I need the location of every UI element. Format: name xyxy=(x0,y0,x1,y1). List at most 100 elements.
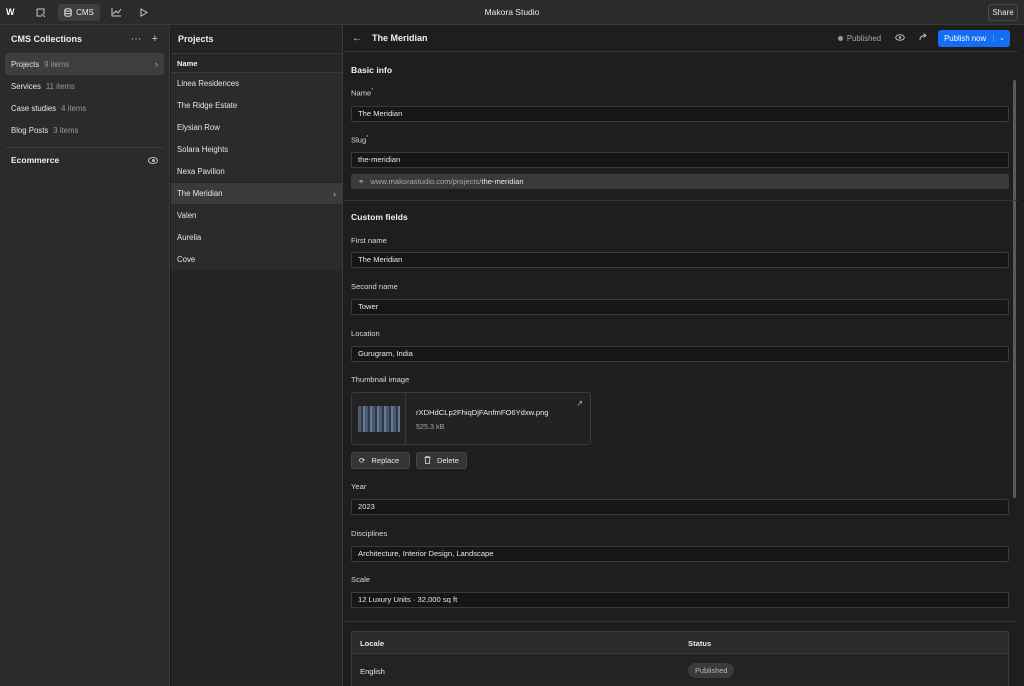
collections-panel: CMS Collections ··· + Projects 9 items ›… xyxy=(0,25,170,686)
list-item[interactable]: The Ridge Estate xyxy=(171,95,342,117)
project-name: The Ridge Estate xyxy=(177,101,238,110)
list-item[interactable]: Valen xyxy=(171,205,342,227)
required-asterisk: * xyxy=(371,88,374,94)
project-name: Nexa Pavilion xyxy=(177,167,225,176)
projects-heading: Projects xyxy=(178,34,214,44)
collection-item-projects[interactable]: Projects 9 items › xyxy=(5,53,164,75)
list-item[interactable]: Cove xyxy=(171,249,342,271)
url-preview: ⚭ www.makorastudio.com/projects/the-meri… xyxy=(351,174,1009,189)
custom-fields-heading: Custom fields xyxy=(351,212,408,222)
first-name-label: First name xyxy=(351,236,387,245)
open-external-icon[interactable]: ↗ xyxy=(576,399,583,408)
location-field[interactable]: Gurugram, India xyxy=(351,346,1009,362)
eye-icon[interactable] xyxy=(148,156,158,164)
collection-count: 3 items xyxy=(53,125,79,135)
collection-item-case-studies[interactable]: Case studies 4 items xyxy=(5,97,164,119)
list-item[interactable]: Linea Residences xyxy=(171,73,342,95)
required-asterisk: * xyxy=(366,135,369,141)
name-column-header[interactable]: Name xyxy=(171,53,342,73)
share-button[interactable]: Share xyxy=(988,4,1018,21)
item-editor-panel: ← The Meridian Published Publish now ⌄ B… xyxy=(344,25,1018,686)
more-options-icon[interactable]: ··· xyxy=(131,33,142,45)
scrollbar[interactable] xyxy=(1013,80,1016,498)
project-name: Linea Residences xyxy=(177,79,239,88)
eye-preview-icon[interactable] xyxy=(895,33,905,43)
delete-button[interactable]: Delete xyxy=(416,452,467,469)
status-badge: Published xyxy=(688,663,735,678)
table-header: Locale Status xyxy=(352,632,1008,654)
replace-button[interactable]: ⟳ Replace xyxy=(351,452,410,469)
list-item[interactable]: Solara Heights xyxy=(171,139,342,161)
site-title: Makora Studio xyxy=(484,7,540,17)
collection-count: 11 items xyxy=(45,81,75,91)
url-slug: the-meridian xyxy=(481,177,524,186)
chevron-right-icon: › xyxy=(155,59,158,69)
list-item[interactable]: Elysian Row xyxy=(171,117,342,139)
refresh-icon: ⟳ xyxy=(359,456,366,465)
collection-label: Projects xyxy=(11,59,40,69)
project-name: Solara Heights xyxy=(177,145,229,154)
slug-label: Slug* xyxy=(351,135,368,145)
slug-field[interactable]: the-meridian xyxy=(351,152,1009,168)
collection-item-blog-posts[interactable]: Blog Posts 3 items xyxy=(5,119,164,141)
divider xyxy=(405,393,406,444)
list-item[interactable]: Aurelia xyxy=(171,227,342,249)
cms-tab-label: CMS xyxy=(76,8,94,17)
name-field[interactable]: The Meridian xyxy=(351,106,1009,122)
editor-header: ← The Meridian Published Publish now ⌄ xyxy=(344,25,1018,52)
second-name-label: Second name xyxy=(351,282,398,291)
projects-list-panel: Projects Name Linea Residences The Ridge… xyxy=(171,25,343,686)
slug-label-text: Slug xyxy=(351,135,367,145)
thumbnail-filesize: 525.3 kB xyxy=(416,422,445,431)
top-bar: W CMS Makora Studio Share xyxy=(0,0,1024,25)
collections-heading: CMS Collections xyxy=(11,34,83,44)
delete-label: Delete xyxy=(437,456,459,465)
replace-label: Replace xyxy=(371,456,400,465)
share-arrow-icon[interactable] xyxy=(919,33,928,43)
project-name: Cove xyxy=(177,255,196,264)
locale-column-header: Locale xyxy=(360,639,385,648)
status-badge: Published xyxy=(837,33,882,43)
divider xyxy=(344,200,1018,201)
collection-label: Case studies xyxy=(11,103,57,113)
basic-info-heading: Basic info xyxy=(351,65,393,75)
list-item-selected[interactable]: The Meridian › xyxy=(171,183,342,205)
status-text: Published xyxy=(846,33,882,43)
project-name: The Meridian xyxy=(177,189,223,198)
item-title: The Meridian xyxy=(372,33,428,43)
status-column-header: Status xyxy=(688,639,712,648)
collection-item-services[interactable]: Services 11 items xyxy=(5,75,164,97)
back-arrow-icon[interactable]: ← xyxy=(352,33,370,44)
pages-icon[interactable] xyxy=(34,4,48,21)
scale-field[interactable]: 12 Luxury Units · 32,000 sq ft xyxy=(351,592,1009,608)
status-dot-icon xyxy=(837,35,843,41)
analytics-icon[interactable] xyxy=(108,4,124,21)
webflow-logo-icon[interactable]: W xyxy=(6,7,20,17)
list-item[interactable]: Nexa Pavilion xyxy=(171,161,342,183)
ecommerce-label: Ecommerce xyxy=(11,155,60,165)
second-name-field[interactable]: Tower xyxy=(351,299,1009,315)
first-name-field[interactable]: The Meridian xyxy=(351,252,1009,268)
locale-table: Locale Status English Published xyxy=(351,631,1009,686)
project-name: Valen xyxy=(177,211,197,220)
preview-play-icon[interactable] xyxy=(136,4,152,21)
url-prefix: www.makorastudio.com/projects/ xyxy=(370,177,482,186)
cms-tab[interactable]: CMS xyxy=(58,4,100,21)
chevron-down-icon[interactable]: ⌄ xyxy=(993,34,1010,42)
thumbnail-label: Thumbnail image xyxy=(351,375,410,384)
database-icon xyxy=(64,8,72,17)
collection-label: Blog Posts xyxy=(11,125,49,135)
ecommerce-section[interactable]: Ecommerce xyxy=(0,148,169,172)
thumbnail-card[interactable]: rXDHdCLp2FhiqDjFAnfmFO6Ydxw.png 525.3 kB… xyxy=(351,392,591,445)
trash-icon xyxy=(424,455,431,466)
chevron-right-icon: › xyxy=(333,188,336,199)
collections-header: CMS Collections ··· + xyxy=(0,25,169,53)
add-collection-icon[interactable]: + xyxy=(152,33,158,45)
publish-now-button[interactable]: Publish now ⌄ xyxy=(938,29,1010,47)
name-label-text: Name xyxy=(351,88,372,98)
year-field[interactable]: 2023 xyxy=(351,499,1009,515)
projects-header: Projects xyxy=(171,25,342,53)
locale-cell: English xyxy=(360,667,385,676)
location-label: Location xyxy=(351,329,380,338)
disciplines-field[interactable]: Architecture, Interior Design, Landscape xyxy=(351,546,1009,562)
